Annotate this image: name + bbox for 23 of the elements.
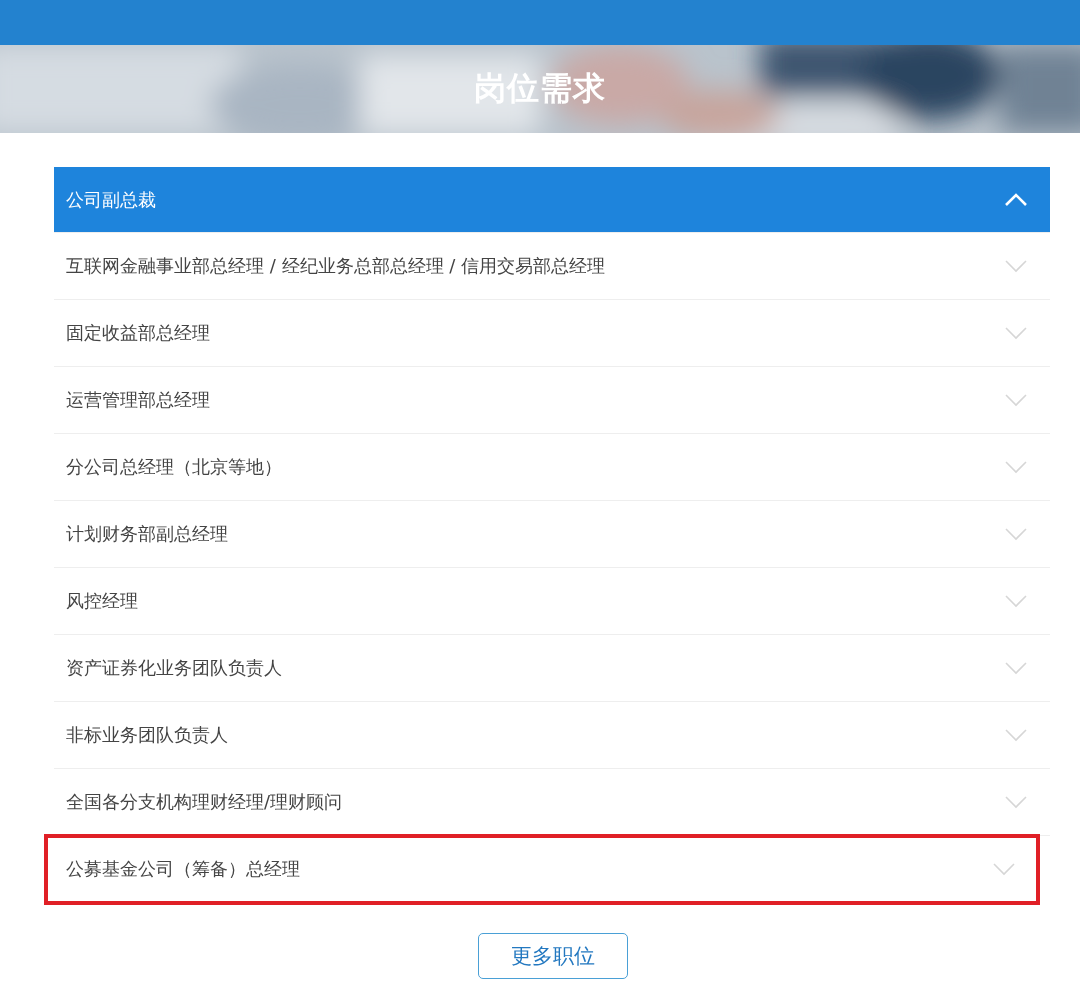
chevron-down-icon: [1004, 728, 1028, 742]
accordion-row[interactable]: 固定收益部总经理: [54, 300, 1050, 367]
chevron-down-icon: [1004, 594, 1028, 608]
accordion-row[interactable]: 风控经理: [54, 568, 1050, 635]
chevron-down-icon: [1004, 393, 1028, 407]
accordion-row[interactable]: 非标业务团队负责人: [54, 702, 1050, 769]
chevron-up-icon: [1004, 192, 1028, 207]
chevron-down-icon: [1004, 527, 1028, 541]
chevron-down-icon: [1004, 661, 1028, 675]
chevron-down-icon: [1004, 460, 1028, 474]
more-positions-button[interactable]: 更多职位: [478, 933, 628, 979]
chevron-down-icon: [992, 862, 1016, 876]
chevron-down-icon: [1004, 326, 1028, 340]
accordion-row[interactable]: 分公司总经理（北京等地）: [54, 434, 1050, 501]
accordion-row[interactable]: 互联网金融事业部总经理 / 经纪业务总部总经理 / 信用交易部总经理: [54, 233, 1050, 300]
accordion-row[interactable]: 公司副总裁: [54, 167, 1050, 233]
chevron-down-icon: [1004, 795, 1028, 809]
highlighted-accordion-row[interactable]: 公募基金公司（筹备）总经理: [46, 836, 1038, 903]
accordion-row[interactable]: 计划财务部副总经理: [54, 501, 1050, 568]
accordion-row[interactable]: 运营管理部总经理: [54, 367, 1050, 434]
chevron-down-icon: [1004, 259, 1028, 273]
accordion-row[interactable]: 全国各分支机构理财经理/理财顾问: [54, 769, 1050, 836]
accordion-row[interactable]: 资产证券化业务团队负责人: [54, 635, 1050, 702]
